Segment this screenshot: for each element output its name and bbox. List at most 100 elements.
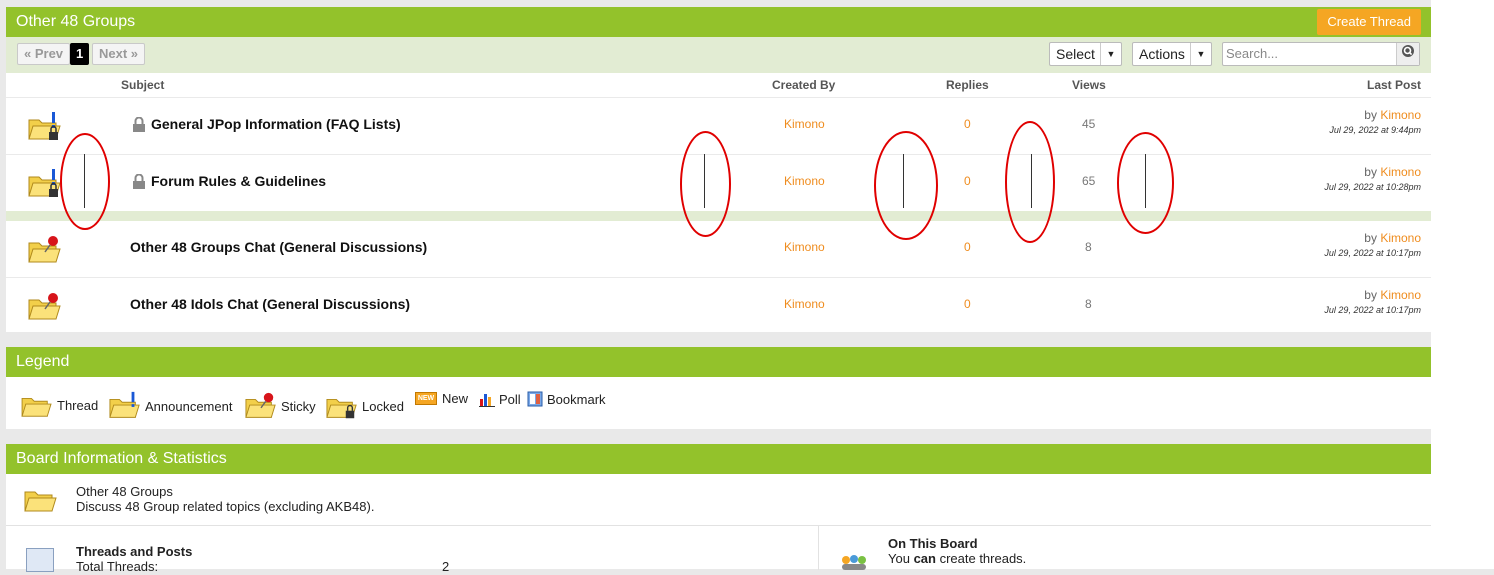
- last-post-user-link[interactable]: Kimono: [1380, 288, 1421, 302]
- last-post-date[interactable]: Jul 29, 2022 at 9:44pm: [1329, 125, 1421, 135]
- current-page[interactable]: 1: [70, 43, 90, 65]
- replies-count[interactable]: 0: [964, 297, 971, 311]
- replies-count[interactable]: 0: [964, 174, 971, 188]
- actions-dropdown[interactable]: Actions ▼: [1132, 42, 1212, 66]
- legend-locked: Locked: [326, 391, 404, 421]
- search-placeholder: Search...: [1226, 46, 1279, 61]
- annotation-mark: [1031, 154, 1032, 208]
- prev-page-button[interactable]: « Prev: [17, 43, 71, 65]
- folder-icon: [21, 398, 52, 417]
- last-post-user-link[interactable]: Kimono: [1380, 231, 1421, 245]
- stats-icon: [26, 548, 54, 572]
- legend-title: Legend: [16, 353, 70, 370]
- legend-sticky: Sticky: [245, 391, 316, 421]
- sticky-icon: [28, 292, 61, 320]
- search-icon[interactable]: [1396, 43, 1419, 65]
- forum-controls: « Prev 1 Next » Select ▼ Actions ▼ Search.…: [6, 37, 1431, 73]
- last-post: by Kimono Jul 29, 2022 at 9:44pm: [1329, 108, 1421, 135]
- legend-panel: Legend Thread Announcement Sticky Locked…: [6, 347, 1431, 429]
- creator-link[interactable]: Kimono: [784, 174, 825, 188]
- thread-title-link[interactable]: Other 48 Idols Chat (General Discussions…: [130, 296, 410, 312]
- next-page-button[interactable]: Next »: [92, 43, 146, 65]
- board-description: Other 48 Groups Discuss 48 Group related…: [6, 474, 1431, 526]
- replies-count[interactable]: 0: [964, 117, 971, 131]
- by-label: by: [1364, 108, 1377, 122]
- annotation-mark: [84, 154, 85, 208]
- creator-link[interactable]: Kimono: [784, 117, 825, 131]
- table-row[interactable]: Other 48 Idols Chat (General Discussions…: [6, 277, 1431, 334]
- board-stats: Threads and Posts Total Threads: 2 On Th…: [6, 526, 1431, 574]
- header-subject: Subject: [121, 78, 165, 92]
- legend-thread: Thread: [21, 391, 98, 419]
- by-label: by: [1364, 288, 1377, 302]
- annotation-mark: [1145, 154, 1146, 208]
- announcement-icon: [109, 391, 140, 418]
- stats-divider: [818, 526, 819, 570]
- annotation-mark: [903, 154, 904, 208]
- legend-items: Thread Announcement Sticky Locked NEW Ne…: [6, 377, 1431, 427]
- creator-link[interactable]: Kimono: [784, 297, 825, 311]
- last-post-user-link[interactable]: Kimono: [1380, 108, 1421, 122]
- on-board-post: create threads.: [935, 551, 1027, 566]
- board-info-panel: Board Information & Statistics Other 48 …: [6, 444, 1431, 574]
- annotation-mark: [704, 154, 705, 208]
- annotation-ellipse: [874, 131, 938, 240]
- last-post-date[interactable]: Jul 29, 2022 at 10:28pm: [1324, 182, 1421, 192]
- legend-bookmark-label: Bookmark: [547, 391, 606, 407]
- annotation-ellipse: [60, 133, 110, 230]
- last-post-date[interactable]: Jul 29, 2022 at 10:17pm: [1324, 248, 1421, 258]
- header-replies: Replies: [946, 78, 989, 92]
- threads-posts-title: Threads and Posts: [76, 544, 193, 559]
- last-post: by Kimono Jul 29, 2022 at 10:17pm: [1324, 288, 1421, 315]
- folder-icon: [24, 491, 57, 512]
- users-icon: [838, 554, 870, 575]
- last-post-date[interactable]: Jul 29, 2022 at 10:17pm: [1324, 305, 1421, 315]
- legend-poll-label: Poll: [499, 391, 521, 407]
- board-info-header: Board Information & Statistics: [6, 444, 1431, 474]
- legend-new-label: New: [442, 391, 469, 406]
- last-post: by Kimono Jul 29, 2022 at 10:17pm: [1324, 231, 1421, 258]
- annotation-ellipse: [680, 131, 731, 237]
- legend-thread-label: Thread: [57, 397, 99, 413]
- last-post: by Kimono Jul 29, 2022 at 10:28pm: [1324, 165, 1421, 192]
- views-count: 8: [1085, 240, 1092, 254]
- legend-bookmark: Bookmark: [527, 391, 606, 407]
- on-board-title: On This Board: [888, 536, 978, 551]
- total-threads-value: 2: [442, 559, 450, 574]
- annotation-ellipse: [1005, 121, 1055, 243]
- sticky-icon: [28, 235, 61, 263]
- forum-header: Other 48 Groups Create Thread: [6, 7, 1431, 37]
- header-created-by: Created By: [772, 78, 836, 92]
- lock-icon: [132, 116, 146, 136]
- table-header: Subject Created By Replies Views Last Po…: [6, 73, 1431, 97]
- replies-count[interactable]: 0: [964, 240, 971, 254]
- bookmark-icon: [527, 391, 543, 407]
- thread-title-link[interactable]: General JPop Information (FAQ Lists): [151, 116, 401, 132]
- search-input[interactable]: Search...: [1222, 42, 1420, 66]
- creator-link[interactable]: Kimono: [784, 240, 825, 254]
- create-thread-button[interactable]: Create Thread: [1317, 9, 1421, 35]
- lock-icon: [326, 398, 357, 419]
- poll-icon: [479, 394, 495, 407]
- new-badge-icon: NEW: [415, 392, 437, 405]
- header-last-post: Last Post: [1366, 78, 1421, 92]
- legend-sticky-label: Sticky: [281, 398, 316, 414]
- by-label: by: [1364, 165, 1377, 179]
- board-description-text: Discuss 48 Group related topics (excludi…: [76, 499, 375, 514]
- thread-title-link[interactable]: Forum Rules & Guidelines: [151, 173, 326, 189]
- board-info-title: Board Information & Statistics: [16, 450, 227, 467]
- legend-locked-label: Locked: [362, 398, 404, 414]
- select-dropdown[interactable]: Select ▼: [1049, 42, 1122, 66]
- last-post-user-link[interactable]: Kimono: [1380, 165, 1421, 179]
- total-threads-label: Total Threads:: [76, 559, 159, 574]
- header-views: Views: [1072, 78, 1106, 92]
- announcement-locked-icon: [28, 112, 61, 140]
- legend-announcement: Announcement: [109, 391, 232, 421]
- actions-label: Actions: [1139, 46, 1185, 62]
- views-count: 45: [1082, 117, 1096, 131]
- on-board-text: You can create threads.: [888, 551, 1026, 566]
- thread-title-link[interactable]: Other 48 Groups Chat (General Discussion…: [130, 239, 427, 255]
- views-count: 8: [1085, 297, 1092, 311]
- legend-poll: Poll: [479, 391, 521, 407]
- by-label: by: [1364, 231, 1377, 245]
